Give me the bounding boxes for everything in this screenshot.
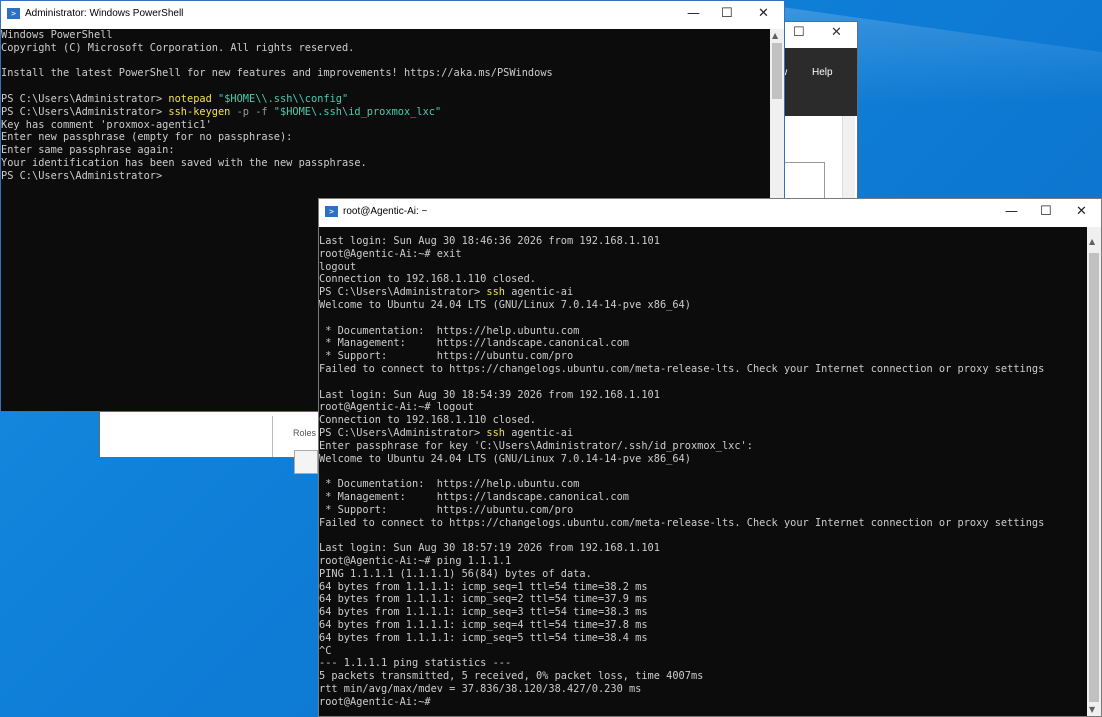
console-line: Enter same passphrase again: [1,144,175,157]
command-argument: agentic-ai [505,426,574,439]
console-line: Enter passphrase for key 'C:\Users\Admin… [319,439,753,452]
console-line: Last login: Sun Aug 30 18:57:19 2026 fro… [319,542,660,555]
console-line: PING 1.1.1.1 (1.1.1.1) 56(84) bytes of d… [319,567,592,580]
command-name: notepad [168,92,212,105]
console-line: PS C:\Users\Administrator> [1,169,163,182]
console-line: * Support: https://ubuntu.com/pro [319,503,574,516]
console-line: Connection to 192.168.1.110 closed. [319,273,536,286]
command-name: ssh-keygen [168,105,231,118]
close-icon[interactable]: ✕ [831,25,842,40]
close-icon[interactable]: ✕ [1076,204,1087,219]
command-flags: -p -f [230,105,274,118]
console-line: 64 bytes from 1.1.1.1: icmp_seq=5 ttl=54… [319,631,648,644]
window-title: Administrator: Windows PowerShell [25,8,184,19]
console-line-notepad: PS C:\Users\Administrator> notepad "$HOM… [1,93,770,106]
console-line-ssh: PS C:\Users\Administrator> ssh agentic-a… [319,427,1087,440]
minimize-icon[interactable]: — [687,6,700,21]
console-line: * Support: https://ubuntu.com/pro [319,350,574,363]
console-line: logout [319,260,357,273]
scroll-thumb[interactable] [772,43,782,99]
prompt: PS C:\Users\Administrator> [1,105,169,118]
console-line: root@Agentic-Ai:~# exit [319,247,462,260]
console-line: * Management: https://landscape.canonica… [319,337,629,350]
console-line: Failed to connect to https://changelogs.… [319,362,1045,375]
console-line: rtt min/avg/max/mdev = 37.836/38.120/38.… [319,682,642,695]
console-line: Failed to connect to https://changelogs.… [319,516,1045,529]
powershell-icon: > [7,8,20,19]
console-line: * Management: https://landscape.canonica… [319,490,629,503]
console-line: Welcome to Ubuntu 24.04 LTS (GNU/Linux 7… [319,452,691,465]
console-line: --- 1.1.1.1 ping statistics --- [319,657,512,670]
ssh-window[interactable]: > root@Agentic-Ai: ~ — ☐ ✕ Last login: S… [318,198,1102,717]
console-line: Last login: Sun Aug 30 18:46:36 2026 fro… [319,235,660,247]
ssh-titlebar[interactable]: > root@Agentic-Ai: ~ — ☐ ✕ [319,199,1101,227]
scroll-up-icon[interactable]: ▲ [1089,237,1095,246]
console-line: * Documentation: https://help.ubuntu.com [319,324,580,337]
prompt: PS C:\Users\Administrator> [1,92,169,105]
powershell-icon: > [325,206,338,217]
menu-item-help[interactable]: Help [812,67,833,78]
console-line-ssh-keygen: PS C:\Users\Administrator> ssh-keygen -p… [1,106,770,119]
ssh-console[interactable]: Last login: Sun Aug 30 18:46:36 2026 fro… [319,235,1087,716]
ssh-scrollbar[interactable]: ▲ ▼ [1087,227,1101,716]
background-window-divider [272,416,273,457]
console-line: Last login: Sun Aug 30 18:54:39 2026 fro… [319,388,660,401]
scroll-down-icon[interactable]: ▼ [1089,705,1095,714]
console-line: Install the latest PowerShell for new fe… [1,67,553,80]
console-line: 64 bytes from 1.1.1.1: icmp_seq=3 ttl=54… [319,606,648,619]
maximize-icon[interactable]: ☐ [721,6,733,21]
scroll-up-icon[interactable]: ▲ [772,31,778,40]
console-line: root@Agentic-Ai:~# logout [319,401,474,414]
console-line: root@Agentic-Ai:~# ping 1.1.1.1 [319,554,512,567]
command-name: ssh [486,286,505,299]
console-line: Copyright (C) Microsoft Corporation. All… [1,41,355,54]
console-line: Enter new passphrase (empty for no passp… [1,131,293,144]
close-icon[interactable]: ✕ [758,6,769,21]
powershell-titlebar[interactable]: > Administrator: Windows PowerShell — ☐ … [1,1,784,29]
window-title: root@Agentic-Ai: ~ [343,206,428,217]
console-line: Welcome to Ubuntu 24.04 LTS (GNU/Linux 7… [319,298,691,311]
console-line: Key has comment 'proxmox-agentic1' [1,118,212,131]
console-line: * Documentation: https://help.ubuntu.com [319,478,580,491]
maximize-icon[interactable]: ☐ [1040,204,1052,219]
console-line: 64 bytes from 1.1.1.1: icmp_seq=4 ttl=54… [319,618,648,631]
scroll-thumb[interactable] [1089,253,1099,702]
command-argument: agentic-ai [505,286,574,299]
console-line: 64 bytes from 1.1.1.1: icmp_seq=1 ttl=54… [319,580,648,593]
minimize-icon[interactable]: — [1005,204,1018,219]
prompt: PS C:\Users\Administrator> [319,286,487,299]
console-line: Connection to 192.168.1.110 closed. [319,414,536,427]
console-line: Windows PowerShell [1,29,113,41]
command-argument: "$HOME\\.ssh\\config" [218,92,349,105]
console-line: 64 bytes from 1.1.1.1: icmp_seq=2 ttl=54… [319,593,648,606]
roles-icon[interactable] [294,450,318,474]
console-line-ssh: PS C:\Users\Administrator> ssh agentic-a… [319,286,1087,299]
maximize-icon[interactable]: ☐ [793,25,805,40]
console-line: Your identification has been saved with … [1,156,367,169]
command-name: ssh [486,426,505,439]
roles-label: Roles [293,428,317,438]
console-line: ^C [319,644,332,657]
console-line: 5 packets transmitted, 5 received, 0% pa… [319,670,704,683]
command-argument: "$HOME\.ssh\id_proxmox_lxc" [273,105,442,118]
console-line: root@Agentic-Ai:~# [319,695,431,708]
prompt: PS C:\Users\Administrator> [319,426,487,439]
